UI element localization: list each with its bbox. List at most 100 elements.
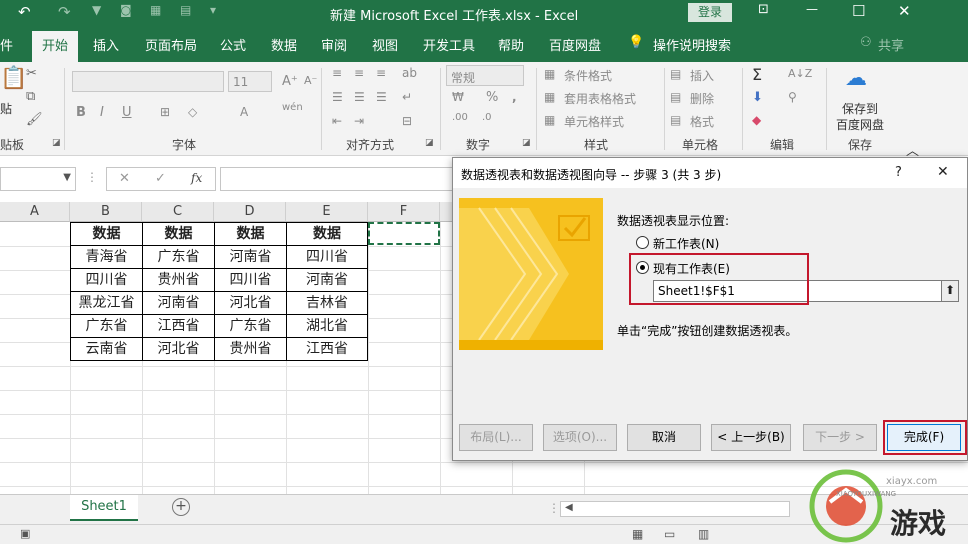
table-cell[interactable]: 贵州省 — [142, 268, 215, 292]
tab-data[interactable]: 数据 — [271, 35, 297, 54]
orientation-icon[interactable]: ab — [402, 66, 417, 80]
undo-icon[interactable]: ↶ — [18, 3, 31, 21]
share-button[interactable]: 共享 — [878, 35, 904, 54]
filter-icon[interactable]: ▼ — [92, 3, 101, 17]
layout-button[interactable]: 布局(L)... — [459, 424, 533, 451]
table-cell[interactable]: 四川省 — [286, 245, 368, 269]
selected-cell-f1[interactable] — [368, 222, 440, 245]
font-color-icon[interactable]: A — [240, 105, 248, 119]
decrease-decimal-icon[interactable]: .0 — [482, 112, 492, 123]
align-top-icon[interactable]: ≡ — [332, 66, 342, 80]
tab-home[interactable]: 开始 — [32, 31, 79, 62]
tab-insert[interactable]: 插入 — [93, 35, 119, 54]
page-break-view-icon[interactable]: ▥ — [698, 527, 709, 541]
font-name-combo[interactable] — [72, 71, 224, 92]
customize-qat-icon[interactable]: ▾ — [210, 3, 216, 17]
table-cell[interactable]: 江西省 — [142, 314, 215, 338]
font-size-combo[interactable]: 11 — [228, 71, 272, 92]
save-to-baidu-line2[interactable]: 百度网盘 — [836, 116, 884, 133]
merge-center-icon[interactable]: ⊟ — [402, 114, 412, 128]
login-button[interactable]: 登录 — [688, 3, 732, 22]
align-right-icon[interactable]: ☰ — [376, 90, 387, 104]
table-cell[interactable]: 四川省 — [214, 268, 287, 292]
table-cell[interactable]: 广东省 — [142, 245, 215, 269]
tab-review[interactable]: 审阅 — [321, 35, 347, 54]
delete-cells-button[interactable]: 删除 — [690, 90, 714, 107]
format-cells-button[interactable]: 格式 — [690, 113, 714, 130]
shrink-font-icon[interactable]: A⁻ — [304, 74, 317, 87]
table-header-cell[interactable]: 数据 — [286, 222, 368, 246]
table-cell[interactable]: 河南省 — [286, 268, 368, 292]
table-header-cell[interactable]: 数据 — [142, 222, 215, 246]
italic-button[interactable]: I — [100, 105, 104, 120]
page-layout-view-icon[interactable]: ▭ — [664, 527, 675, 541]
scroll-left-icon[interactable]: ◀ — [565, 502, 573, 513]
table-cell[interactable]: 河南省 — [142, 291, 215, 315]
table-cell[interactable]: 江西省 — [286, 337, 368, 361]
confirm-entry-icon[interactable]: ✓ — [155, 171, 166, 186]
tab-help[interactable]: 帮助 — [498, 35, 524, 54]
tab-splitter-icon[interactable]: ⋮ — [548, 501, 560, 515]
tab-file[interactable]: 件 — [0, 35, 13, 54]
tell-me-search[interactable]: 操作说明搜索 — [653, 35, 731, 54]
clipboard-launcher-icon[interactable]: ◪ — [52, 138, 61, 148]
tab-baidu-netdisk[interactable]: 百度网盘 — [549, 35, 601, 54]
fill-color-icon[interactable]: ◇ — [188, 105, 197, 119]
align-left-icon[interactable]: ☰ — [332, 90, 343, 104]
find-select-icon[interactable]: ⚲ — [788, 90, 797, 104]
name-box[interactable]: ▼ — [0, 167, 76, 191]
column-header-c[interactable]: C — [142, 202, 214, 222]
increase-decimal-icon[interactable]: .00 — [452, 112, 468, 123]
align-center-icon[interactable]: ☰ — [354, 90, 365, 104]
clear-icon[interactable]: ◆ — [752, 113, 761, 127]
table-cell[interactable]: 湖北省 — [286, 314, 368, 338]
table-icon[interactable]: ▦ — [150, 3, 161, 17]
cell-styles-button[interactable]: 单元格样式 — [564, 113, 624, 130]
wrap-text-icon[interactable]: ↵ — [402, 90, 412, 104]
camera-icon[interactable]: ◙ — [120, 3, 132, 17]
border-icon[interactable]: ⊞ — [160, 105, 170, 119]
table-cell[interactable]: 河南省 — [214, 245, 287, 269]
column-header-d[interactable]: D — [214, 202, 286, 222]
decrease-indent-icon[interactable]: ⇤ — [332, 114, 342, 128]
comma-icon[interactable]: , — [512, 90, 517, 104]
save-to-baidu-line1[interactable]: 保存到 — [842, 100, 878, 117]
format-painter-icon[interactable]: 🖌 — [26, 112, 43, 127]
table-cell[interactable]: 河北省 — [142, 337, 215, 361]
underline-button[interactable]: U — [122, 105, 132, 120]
macro-record-icon[interactable]: ▣ — [20, 527, 30, 540]
table-cell[interactable]: 广东省 — [214, 314, 287, 338]
cancel-entry-icon[interactable]: ✕ — [119, 171, 130, 186]
table-cell[interactable]: 河北省 — [214, 291, 287, 315]
number-format-combo[interactable]: 常规 — [446, 65, 524, 86]
table-cell[interactable]: 青海省 — [70, 245, 143, 269]
grid-icon[interactable]: ▤ — [180, 3, 191, 17]
increase-indent-icon[interactable]: ⇥ — [354, 114, 364, 128]
table-cell[interactable]: 吉林省 — [286, 291, 368, 315]
add-sheet-button[interactable]: + — [172, 498, 190, 516]
new-worksheet-radio[interactable] — [636, 236, 649, 249]
alignment-launcher-icon[interactable]: ◪ — [425, 138, 434, 148]
conditional-format-button[interactable]: 条件格式 — [564, 67, 612, 84]
redo-icon[interactable]: ↷ — [58, 3, 71, 21]
maximize-button[interactable]: ☐ — [852, 2, 865, 20]
bold-button[interactable]: B — [76, 105, 86, 120]
number-launcher-icon[interactable]: ◪ — [522, 138, 531, 148]
ribbon-display-icon[interactable]: ⊡ — [758, 2, 769, 17]
column-header-f[interactable]: F — [368, 202, 440, 222]
column-header-a[interactable]: A — [0, 202, 70, 222]
minimize-button[interactable]: — — [806, 2, 818, 16]
align-bottom-icon[interactable]: ≡ — [376, 66, 386, 80]
insert-function-icon[interactable]: fx — [191, 171, 202, 185]
copy-icon[interactable]: ⧉ — [26, 89, 35, 104]
baidu-netdisk-icon[interactable]: ☁ — [845, 66, 867, 91]
table-cell[interactable]: 四川省 — [70, 268, 143, 292]
collapse-dialog-icon[interactable]: ⬆ — [941, 281, 958, 301]
table-cell[interactable]: 云南省 — [70, 337, 143, 361]
table-header-cell[interactable]: 数据 — [214, 222, 287, 246]
autosum-icon[interactable]: Σ — [752, 65, 762, 84]
table-cell[interactable]: 广东省 — [70, 314, 143, 338]
back-button[interactable]: < 上一步(B) — [711, 424, 791, 451]
table-header-cell[interactable]: 数据 — [70, 222, 143, 246]
insert-cells-button[interactable]: 插入 — [690, 67, 714, 84]
